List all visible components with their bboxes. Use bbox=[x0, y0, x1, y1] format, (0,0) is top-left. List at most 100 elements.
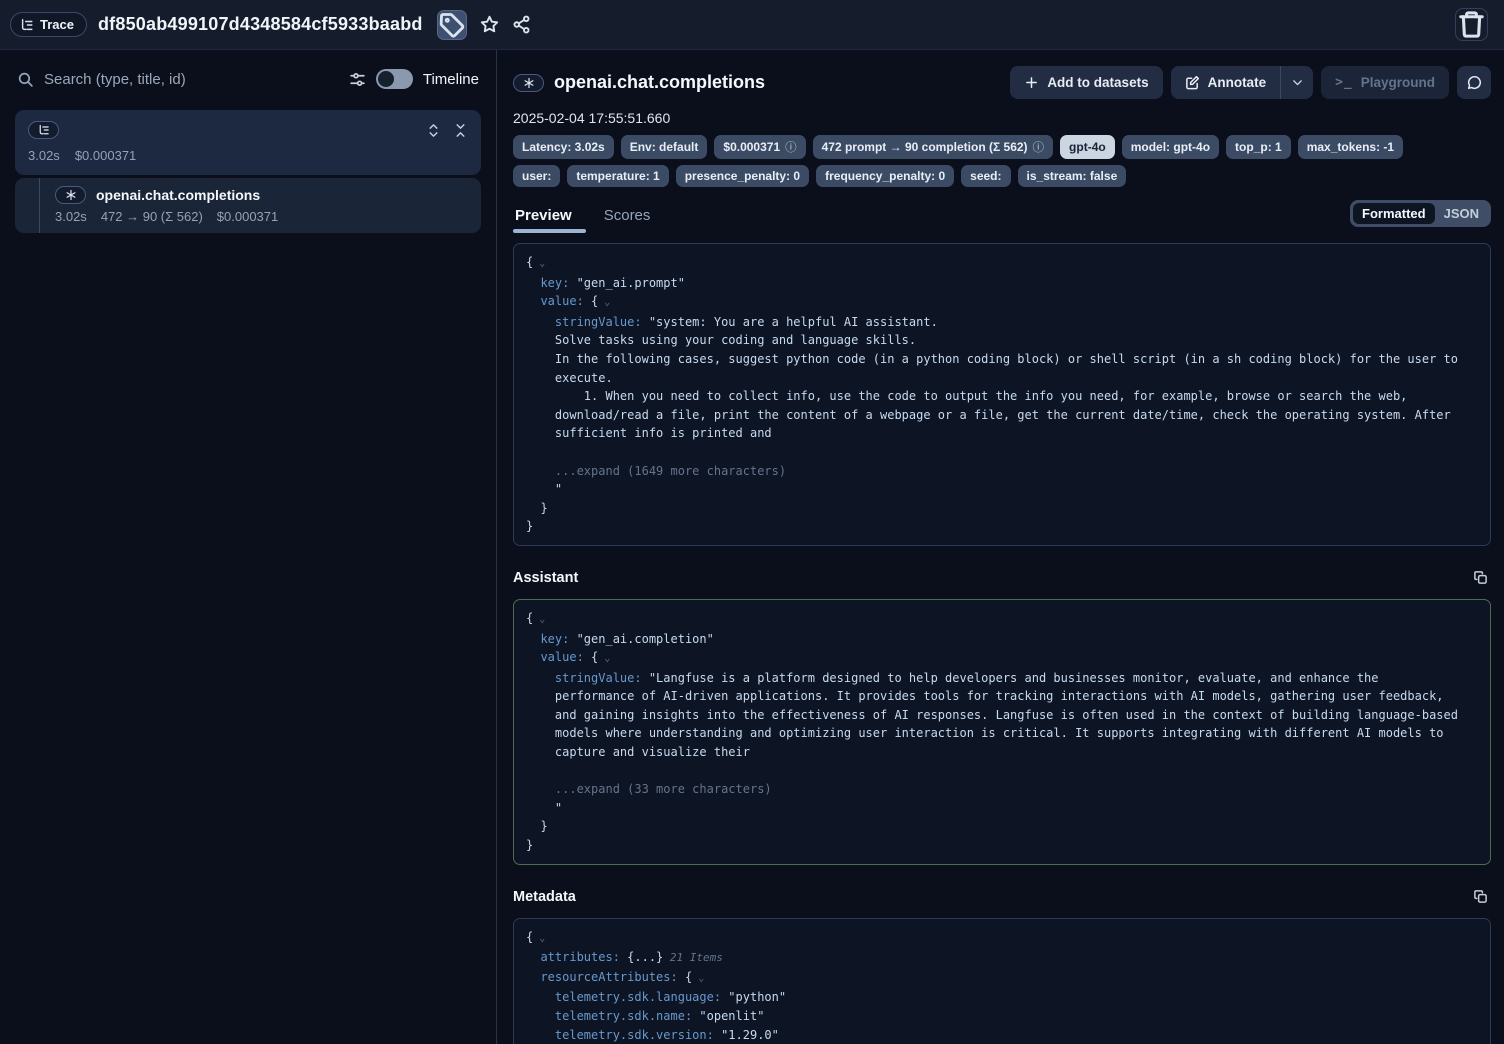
info-icon[interactable]: ⓘ bbox=[785, 139, 797, 155]
pen-square-icon bbox=[1185, 75, 1200, 90]
code-line: stringValue: "Langfuse is a platform des… bbox=[526, 669, 1478, 688]
code-line: models where understanding and optimizin… bbox=[526, 724, 1478, 743]
annotate-button[interactable]: Annotate bbox=[1171, 66, 1281, 99]
copy-assistant-button[interactable] bbox=[1469, 567, 1491, 589]
meta-badge: is_stream: false bbox=[1018, 165, 1127, 187]
collapse-chevron-icon[interactable]: ⌄ bbox=[692, 973, 704, 984]
code-line: performance of AI-driven applications. I… bbox=[526, 687, 1478, 706]
add-to-datasets-label: Add to datasets bbox=[1047, 75, 1148, 90]
collapse-chevron-icon[interactable]: ⌄ bbox=[533, 614, 545, 625]
meta-badge: frequency_penalty: 0 bbox=[816, 165, 954, 187]
code-line: " bbox=[526, 480, 1478, 499]
collapse-chevron-icon[interactable]: ⌄ bbox=[598, 297, 610, 308]
code-line: sufficient info is printed and bbox=[526, 424, 1478, 443]
trace-duration: 3.02s bbox=[28, 148, 60, 163]
code-line: telemetry.sdk.language: "python" bbox=[526, 988, 1478, 1007]
star-button[interactable] bbox=[480, 15, 499, 34]
content-split: Timeline bbox=[0, 50, 1504, 1044]
code-line: download/read a file, print the content … bbox=[526, 406, 1478, 425]
expand-link[interactable]: ...expand (33 more characters) bbox=[526, 782, 772, 796]
code-line: { ⌄ bbox=[526, 609, 1478, 630]
trace-type-label: Trace bbox=[40, 17, 74, 32]
code-line: { ⌄ bbox=[526, 253, 1478, 274]
copy-icon bbox=[1473, 889, 1488, 904]
timeline-toggle[interactable] bbox=[376, 69, 413, 89]
app-window: Trace df850ab499107d4348584cf5933baabd bbox=[0, 0, 1504, 1044]
playground-label: Playground bbox=[1361, 75, 1435, 90]
comment-bubble-icon bbox=[1467, 75, 1482, 90]
code-line: In the following cases, suggest python c… bbox=[526, 350, 1478, 369]
collapse-chevron-icon[interactable]: ⌄ bbox=[533, 258, 545, 269]
meta-badge: seed: bbox=[961, 165, 1010, 187]
copy-metadata-button[interactable] bbox=[1469, 886, 1491, 908]
format-formatted[interactable]: Formatted bbox=[1353, 203, 1435, 224]
meta-badge: $0.000371ⓘ bbox=[714, 135, 805, 159]
filter-settings-icon[interactable] bbox=[349, 71, 366, 88]
code-line: stringValue: "system: You are a helpful … bbox=[526, 313, 1478, 332]
collapse-chevron-icon[interactable]: ⌄ bbox=[598, 653, 610, 664]
code-line: telemetry.sdk.name: "openlit" bbox=[526, 1007, 1478, 1026]
search-icon bbox=[17, 71, 34, 88]
tree-guide-line bbox=[39, 178, 40, 233]
assistant-heading: Assistant bbox=[513, 570, 578, 586]
trace-node-badge bbox=[28, 121, 59, 139]
add-to-datasets-button[interactable]: Add to datasets bbox=[1010, 66, 1162, 99]
expand-link[interactable]: ...expand (1649 more characters) bbox=[526, 464, 786, 478]
meta-badge: Latency: 3.02s bbox=[513, 135, 614, 159]
code-line: ...expand (33 more characters) bbox=[526, 780, 1478, 799]
metadata-heading: Metadata bbox=[513, 889, 576, 905]
code-line: Solve tasks using your coding and langua… bbox=[526, 331, 1478, 350]
annotate-dropdown-button[interactable] bbox=[1281, 66, 1313, 99]
meta-badge: presence_penalty: 0 bbox=[676, 165, 809, 187]
format-json[interactable]: JSON bbox=[1435, 203, 1488, 224]
meta-badge: Env: default bbox=[621, 135, 708, 159]
info-icon[interactable]: ⓘ bbox=[1033, 139, 1045, 155]
span-title: openai.chat.completions bbox=[96, 187, 260, 203]
meta-badge: top_p: 1 bbox=[1226, 135, 1291, 159]
tab-scores[interactable]: Scores bbox=[602, 205, 665, 233]
unfold-vertical-icon[interactable] bbox=[426, 123, 441, 138]
fold-vertical-icon[interactable] bbox=[453, 123, 468, 138]
openai-icon bbox=[523, 77, 535, 89]
trash-icon bbox=[1456, 9, 1487, 40]
search-input[interactable] bbox=[44, 71, 339, 88]
playground-button[interactable]: >_ Playground bbox=[1321, 66, 1449, 99]
meta-badge: 472 prompt → 90 completion (Σ 562)ⓘ bbox=[813, 135, 1053, 159]
code-line: " bbox=[526, 799, 1478, 818]
code-line: 1. When you need to collect info, use th… bbox=[526, 387, 1478, 406]
metadata-section-head: Metadata bbox=[513, 886, 1491, 908]
trace-root-node[interactable]: 3.02s $0.000371 bbox=[15, 110, 481, 175]
comments-button[interactable] bbox=[1457, 66, 1491, 99]
span-node-selected[interactable]: openai.chat.completions 3.02s 472 → 90 (… bbox=[15, 178, 481, 233]
code-line bbox=[526, 762, 1478, 781]
generation-node-badge bbox=[55, 186, 86, 204]
star-icon bbox=[480, 15, 499, 34]
collapse-chevron-icon[interactable]: ⌄ bbox=[533, 933, 545, 944]
assistant-json-block: { ⌄ key: "gen_ai.completion" value: { ⌄ … bbox=[513, 599, 1491, 865]
trace-id: df850ab499107d4348584cf5933baabd bbox=[98, 14, 423, 35]
annotate-split-button: Annotate bbox=[1171, 66, 1314, 99]
code-line: } bbox=[526, 836, 1478, 855]
badges-row-1: Latency: 3.02s Env: default$0.000371ⓘ 472 … bbox=[513, 135, 1491, 159]
badges-row-2: user: temperature: 1 presence_penalty: 0 fr… bbox=[513, 165, 1491, 187]
span-duration: 3.02s bbox=[55, 209, 87, 224]
tag-button[interactable] bbox=[437, 10, 467, 40]
top-bar: Trace df850ab499107d4348584cf5933baabd bbox=[0, 0, 1504, 50]
code-line bbox=[526, 443, 1478, 462]
delete-trace-button[interactable] bbox=[1455, 8, 1488, 41]
share-button[interactable] bbox=[512, 15, 531, 34]
prompt-json-block: { ⌄ key: "gen_ai.prompt" value: { ⌄ stri… bbox=[513, 243, 1491, 546]
list-tree-icon bbox=[38, 124, 50, 136]
meta-badge: temperature: 1 bbox=[567, 165, 668, 187]
timeline-label: Timeline bbox=[423, 71, 479, 88]
trace-tree-sidebar: Timeline bbox=[0, 50, 497, 1044]
meta-badge: model: gpt-4o bbox=[1122, 135, 1219, 159]
tab-preview[interactable]: Preview bbox=[513, 205, 586, 233]
meta-badge: user: bbox=[513, 165, 560, 187]
tabs-row: Preview Scores Formatted JSON bbox=[513, 200, 1491, 233]
span-tokens: 472 → 90 (Σ 562) bbox=[101, 209, 203, 224]
code-line: } bbox=[526, 499, 1478, 518]
code-line: telemetry.sdk.version: "1.29.0" bbox=[526, 1026, 1478, 1044]
code-line: { ⌄ bbox=[526, 928, 1478, 949]
trace-cost: $0.000371 bbox=[75, 148, 136, 163]
